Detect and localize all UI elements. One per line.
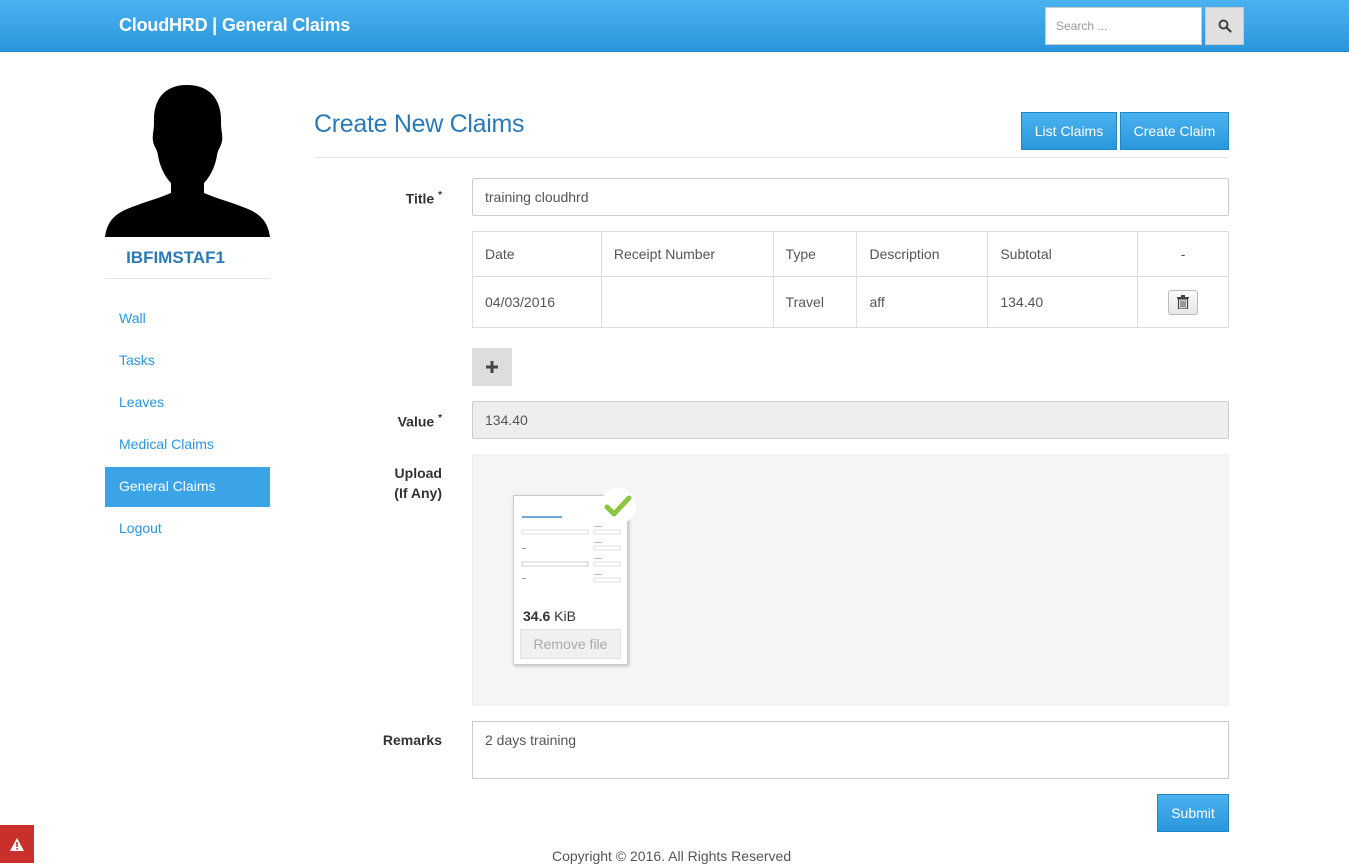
cell-description: aff [856, 276, 989, 328]
sidebar-item-medical-claims[interactable]: Medical Claims [105, 425, 270, 465]
trash-icon [1177, 295, 1190, 309]
upload-dropzone[interactable]: 34.6 KiB Remove file [472, 454, 1229, 706]
title-label: Title * [405, 190, 442, 207]
plus-icon [486, 361, 498, 373]
debug-alert-button[interactable] [0, 825, 34, 863]
footer-copyright: Copyright © 2016. All Rights Reserved [552, 848, 792, 864]
remarks-textarea[interactable]: 2 days training [472, 721, 1229, 779]
sidebar-item-tasks[interactable]: Tasks [105, 341, 270, 381]
column-header-date: Date [472, 231, 602, 277]
column-header-receipt-number: Receipt Number [600, 231, 774, 277]
file-size: 34.6 KiB [523, 608, 576, 624]
delete-row-button[interactable] [1168, 289, 1199, 315]
value-label: Value * [397, 413, 442, 430]
add-row-button[interactable] [472, 348, 512, 386]
upload-success-check-icon [600, 488, 636, 524]
table-header-row: Date Receipt Number Type Description Sub… [472, 231, 1229, 277]
search-input[interactable] [1045, 7, 1202, 45]
cell-date: 04/03/2016 [472, 276, 602, 328]
sidebar-item-general-claims[interactable]: General Claims [105, 467, 270, 507]
upload-label: Upload (If Any) [394, 465, 442, 501]
cell-actions [1137, 276, 1229, 328]
sidebar-nav: Wall Tasks Leaves Medical Claims General… [105, 299, 270, 551]
sidebar-item-wall[interactable]: Wall [105, 299, 270, 339]
username: IBFIMSTAF1 [105, 246, 270, 279]
create-claim-button[interactable]: Create Claim [1120, 112, 1229, 150]
title-input[interactable]: training cloudhrd [472, 178, 1229, 216]
remove-file-button[interactable]: Remove file [520, 629, 621, 659]
list-claims-button[interactable]: List Claims [1021, 112, 1117, 150]
sidebar-item-logout[interactable]: Logout [105, 509, 270, 549]
column-header-actions: - [1137, 231, 1229, 277]
submit-button[interactable]: Submit [1157, 794, 1229, 832]
search-button[interactable] [1205, 7, 1244, 45]
column-header-subtotal: Subtotal [987, 231, 1139, 277]
brand-title[interactable]: CloudHRD | General Claims [119, 15, 350, 36]
table-row: 04/03/2016 Travel aff 134.40 [472, 276, 1229, 328]
cell-type: Travel [772, 276, 858, 328]
value-input: 134.40 [472, 401, 1229, 439]
cell-receipt-number [600, 276, 774, 328]
search-icon [1218, 19, 1232, 33]
claims-table: Date Receipt Number Type Description Sub… [472, 231, 1229, 328]
column-header-description: Description [856, 231, 989, 277]
column-header-type: Type [772, 231, 858, 277]
avatar [105, 85, 270, 237]
cell-subtotal: 134.40 [987, 276, 1139, 328]
remarks-label: Remarks [382, 732, 442, 748]
page-title: Create New Claims [314, 110, 525, 138]
top-navbar: CloudHRD | General Claims [0, 0, 1349, 52]
sidebar-item-leaves[interactable]: Leaves [105, 383, 270, 423]
divider [314, 157, 1229, 158]
warning-icon [10, 837, 24, 851]
uploaded-file-preview: 34.6 KiB Remove file [513, 488, 636, 665]
